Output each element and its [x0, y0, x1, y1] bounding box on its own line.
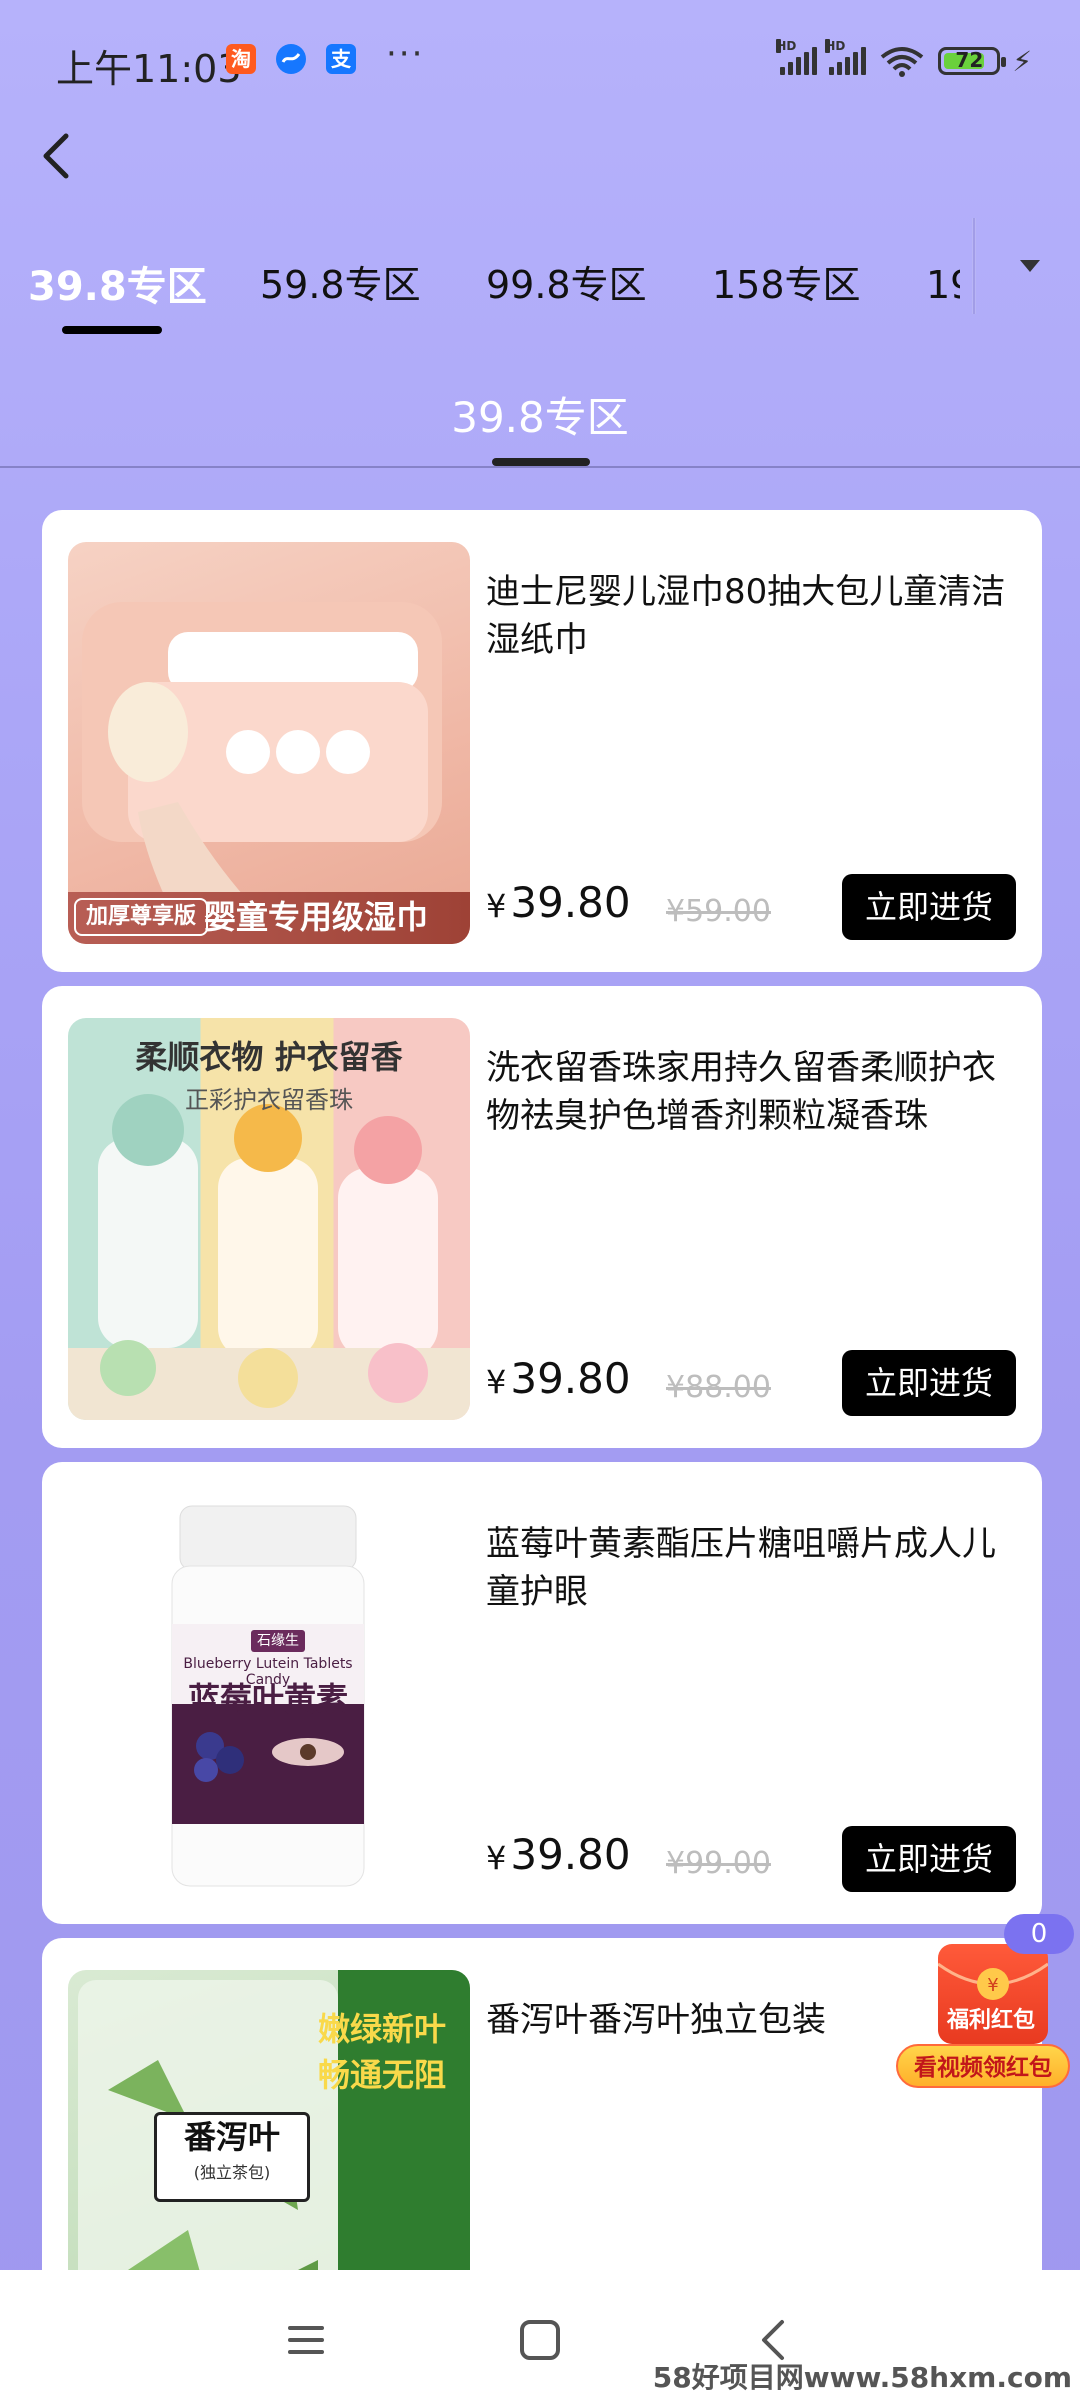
caret-down-icon	[1020, 260, 1040, 272]
tab-59-8[interactable]: 59.8专区	[260, 254, 421, 309]
image-brand-text: 石缘生	[251, 1630, 305, 1652]
home-square-icon	[520, 2320, 560, 2360]
envelope-count-badge: 0	[1004, 1914, 1074, 1954]
product-image: 加厚尊享版 婴童专用级湿巾	[68, 542, 470, 944]
category-tabs: 39.8专区 59.8专区 99.8专区 158专区 198专区	[0, 240, 960, 340]
signal-icon: HD	[776, 39, 818, 75]
image-label: 番泻叶 (独立茶包)	[154, 2112, 310, 2202]
product-price: ¥39.80	[486, 878, 631, 927]
tab-39-8[interactable]: 39.8专区	[28, 254, 207, 312]
taobao-icon: 淘	[226, 44, 256, 74]
tab-198[interactable]: 198专区	[926, 254, 960, 309]
sub-tab-title[interactable]: 39.8专区	[0, 384, 1080, 445]
original-price: ¥99.00	[666, 1846, 771, 1881]
svg-text:¥: ¥	[987, 1975, 998, 1996]
original-price: ¥59.00	[666, 894, 771, 929]
back-button[interactable]	[30, 124, 84, 188]
status-time: 上午11:03	[56, 47, 242, 91]
product-image: 柔顺衣物 护衣留香 正彩护衣留香珠	[68, 1018, 470, 1420]
active-tab-indicator	[62, 326, 162, 334]
product-card[interactable]: 加厚尊享版 婴童专用级湿巾 迪士尼婴儿湿巾80抽大包儿童清洁湿纸巾 ¥39.80…	[42, 510, 1042, 972]
system-nav-bar: 58好项目网www.58hxm.com	[0, 2270, 1080, 2400]
charging-icon: ⚡	[1012, 44, 1032, 78]
buy-now-button[interactable]: 立即进货	[842, 874, 1016, 940]
home-button[interactable]	[510, 2310, 570, 2370]
buy-now-button[interactable]: 立即进货	[842, 1350, 1016, 1416]
menu-icon	[288, 2326, 324, 2354]
image-headline-text: 柔顺衣物 护衣留香	[135, 1038, 403, 1076]
wifi-icon	[881, 47, 924, 77]
product-price: ¥39.80	[486, 1830, 631, 1879]
tab-158[interactable]: 158专区	[712, 254, 861, 309]
chevron-left-icon	[43, 133, 69, 179]
signal-icon: HD	[825, 39, 867, 75]
product-card[interactable]: 柔顺衣物 护衣留香 正彩护衣留香珠 洗衣留香珠家用持久留香柔顺护衣物祛臭护色增香…	[42, 986, 1042, 1448]
watermark: 58好项目网www.58hxm.com	[652, 2361, 1072, 2394]
product-title[interactable]: 蓝莓叶黄素酯压片糖咀嚼片成人儿童护眼	[486, 1520, 1006, 1616]
watch-video-reward-button[interactable]: 看视频领红包	[896, 2044, 1070, 2088]
alipay-icon: 支	[326, 44, 356, 74]
envelope-title: 福利红包	[946, 2008, 1035, 2033]
browser-icon	[276, 44, 306, 74]
original-price: ¥88.00	[666, 1370, 771, 1405]
status-bar: 上午11:03 淘 支 ··· HD HD 72 ⚡	[0, 0, 1080, 120]
product-image: 石缘生 Blueberry Lutein Tablets Candy 蓝莓叶黄素	[68, 1494, 470, 1896]
image-badge-text: 加厚尊享版	[74, 898, 209, 936]
expand-tabs-button[interactable]	[1018, 252, 1042, 280]
buy-now-button[interactable]: 立即进货	[842, 1826, 1016, 1892]
product-price: ¥39.80	[486, 1354, 631, 1403]
image-headline-text: 婴童专用级湿巾	[204, 898, 429, 936]
status-indicators: HD HD 72 ⚡	[776, 39, 1032, 78]
battery-icon: 72	[938, 47, 1007, 75]
product-card[interactable]: 石缘生 Blueberry Lutein Tablets Candy 蓝莓叶黄素…	[42, 1462, 1042, 1924]
sub-tab-indicator	[492, 458, 590, 466]
product-title[interactable]: 洗衣留香珠家用持久留香柔顺护衣物祛臭护色增香剂颗粒凝香珠	[486, 1044, 1006, 1140]
image-headline-text: 蓝莓叶黄素	[187, 1680, 348, 1718]
more-notifications-icon: ···	[386, 34, 425, 74]
recents-button[interactable]	[276, 2310, 336, 2370]
image-subheadline-text: 正彩护衣留香珠	[185, 1086, 353, 1114]
product-title[interactable]: 迪士尼婴儿湿巾80抽大包儿童清洁湿纸巾	[486, 568, 1006, 664]
header-divider	[0, 466, 1080, 468]
image-headline-text: 嫩绿新叶 畅通无阻	[318, 2010, 447, 2094]
tabs-fade-divider	[972, 218, 976, 314]
tab-99-8[interactable]: 99.8专区	[486, 254, 647, 309]
